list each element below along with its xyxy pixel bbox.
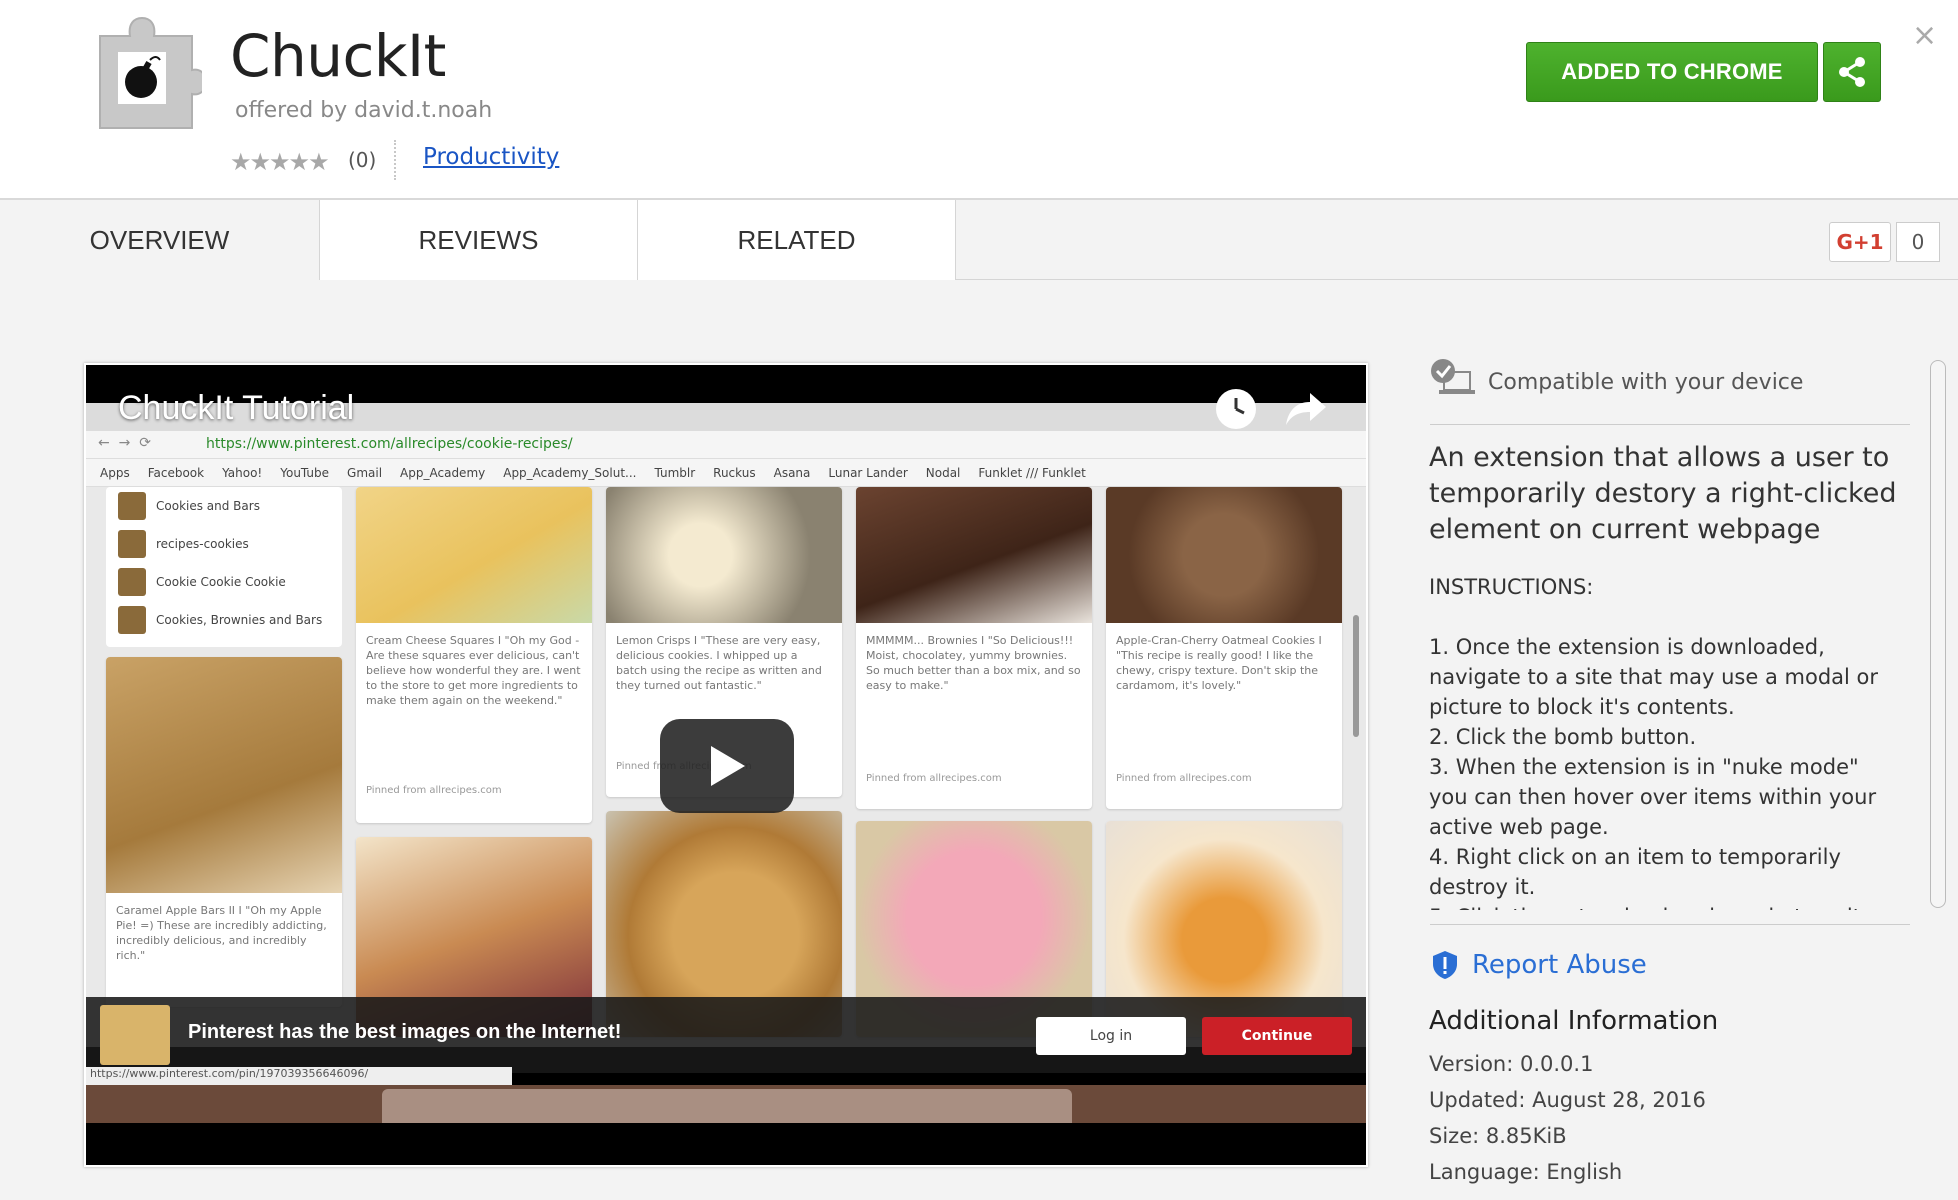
rating-count: (0) [348, 148, 377, 172]
bookmark: Facebook [147, 465, 205, 480]
divider [1430, 424, 1910, 425]
desktop-background [86, 1085, 1366, 1123]
bookmark: Tumblr [654, 465, 696, 480]
additional-info-heading: Additional Information [1429, 1006, 1719, 1036]
pin-image [606, 487, 842, 623]
browser-nav-icon: ← → ⟳ [98, 435, 151, 451]
detail-tabs: OVERVIEW REVIEWS RELATED [0, 200, 1958, 280]
meta-divider [394, 140, 396, 180]
pin-description: Lemon Crisps I "These are very easy, del… [616, 634, 822, 692]
pin-source: Pinned from allrecipes.com [866, 773, 1002, 784]
pin-description: Cream Cheese Squares I "Oh my God - Are … [366, 634, 581, 707]
size-text: Size: 8.85KiB [1429, 1124, 1567, 1148]
banner-thumbnail [100, 1005, 170, 1065]
bookmark: YouTube [280, 465, 330, 480]
instructions-text: INSTRUCTIONS: 1. Once the extension is d… [1429, 572, 1899, 910]
instructions-steps: 1. Once the extension is downloaded, nav… [1429, 635, 1879, 910]
login-button[interactable]: Log in [1036, 1017, 1186, 1055]
bookmark: Ruckus [713, 465, 756, 480]
pin-description: Apple-Cran-Cherry Oatmeal Cookies I "Thi… [1116, 634, 1322, 692]
tab-overview[interactable]: OVERVIEW [0, 200, 320, 280]
pin-image [1106, 487, 1342, 623]
compatibility-text: Compatible with your device [1488, 370, 1804, 395]
video-page-scrollbar [1353, 615, 1359, 737]
description-scrollbar[interactable] [1930, 360, 1946, 908]
tutorial-video-player[interactable]: ← → ⟳ https://www.pinterest.com/allrecip… [84, 363, 1368, 1167]
bookmark: App_Academy [400, 465, 486, 480]
pin-image [356, 487, 592, 623]
report-abuse-icon[interactable] [1430, 950, 1460, 980]
divider [1430, 924, 1910, 925]
added-to-chrome-button[interactable]: ADDED TO CHROME [1526, 42, 1818, 102]
bookmark: Gmail [347, 465, 383, 480]
video-browser-toolbar: ← → ⟳ https://www.pinterest.com/allrecip… [86, 431, 1366, 459]
version-text: Version: 0.0.0.1 [1429, 1052, 1594, 1076]
language-text: Language: English [1429, 1160, 1623, 1184]
list-item: Cookies and Bars [106, 487, 342, 525]
pinterest-signup-banner: Pinterest has the best images on the Int… [86, 997, 1366, 1073]
play-button[interactable] [660, 719, 794, 813]
report-abuse-link[interactable]: Report Abuse [1472, 950, 1647, 980]
close-icon[interactable]: × [1912, 18, 1937, 53]
watch-later-icon[interactable] [1216, 389, 1256, 429]
tab-reviews[interactable]: REVIEWS [320, 200, 638, 280]
list-item: Cookie Cookie Cookie [106, 563, 342, 601]
google-plus-one-button[interactable]: G+1 [1829, 222, 1891, 262]
bookmark: Yahoo! [222, 465, 263, 480]
tab-related[interactable]: RELATED [638, 200, 956, 280]
share-arrow-icon[interactable] [1284, 389, 1328, 429]
banner-text: Pinterest has the best images on the Int… [188, 1021, 622, 1043]
extension-puzzle-icon [92, 10, 208, 130]
category-link[interactable]: Productivity [423, 144, 559, 170]
pin-source: Pinned from allrecipes.com [1116, 773, 1252, 784]
bookmark: App_Academy_Solut... [503, 465, 637, 480]
offered-by: offered by david.t.noah [235, 98, 493, 123]
pin-image [856, 487, 1092, 623]
continue-button[interactable]: Continue [1202, 1017, 1352, 1055]
compatible-device-icon [1430, 358, 1476, 402]
pin-description: MMMMM... Brownies I "So Delicious!!! Moi… [866, 634, 1081, 692]
instructions-heading: INSTRUCTIONS: [1429, 575, 1594, 599]
play-icon [711, 746, 745, 786]
pin-description: Caramel Apple Bars II I "Oh my Apple Pie… [116, 904, 327, 962]
rating-stars-icon[interactable]: ★★★★★ [230, 148, 330, 176]
status-url: https://www.pinterest.com/pin/1970393566… [86, 1067, 512, 1085]
bookmark: Asana [773, 465, 811, 480]
bookmark: Lunar Lander [828, 465, 908, 480]
pin-image [106, 657, 342, 893]
pin-card: Cream Cheese Squares I "Oh my God - Are … [356, 487, 592, 823]
board-list: Cookies and Bars recipes-cookies Cookie … [106, 487, 342, 647]
list-item: Cookies, Brownies and Bars [106, 601, 342, 639]
macos-dock [382, 1089, 1072, 1123]
google-plus-count: 0 [1896, 222, 1940, 262]
pin-card: MMMMM... Brownies I "So Delicious!!! Moi… [856, 487, 1092, 809]
extension-title: ChuckIt [230, 22, 446, 90]
bookmark: Apps [100, 465, 130, 480]
list-item: recipes-cookies [106, 525, 342, 563]
share-icon [1839, 57, 1865, 87]
video-bookmarks-bar: Apps Facebook Yahoo! YouTube Gmail App_A… [86, 459, 1366, 487]
pin-card: Caramel Apple Bars II I "Oh my Apple Pie… [106, 657, 342, 1007]
share-button[interactable] [1823, 42, 1881, 102]
extension-description: An extension that allows a user to tempo… [1429, 442, 1897, 545]
extension-header: ChuckIt offered by david.t.noah ★★★★★ (0… [0, 0, 1958, 200]
pin-source: Pinned from allrecipes.com [366, 785, 502, 796]
bookmark: Nodal [925, 465, 961, 480]
updated-text: Updated: August 28, 2016 [1429, 1088, 1706, 1112]
video-url: https://www.pinterest.com/allrecipes/coo… [206, 436, 573, 452]
video-title: ChuckIt Tutorial [118, 389, 355, 427]
bookmark: Funklet /// Funklet [978, 465, 1086, 480]
pin-card: Apple-Cran-Cherry Oatmeal Cookies I "Thi… [1106, 487, 1342, 809]
